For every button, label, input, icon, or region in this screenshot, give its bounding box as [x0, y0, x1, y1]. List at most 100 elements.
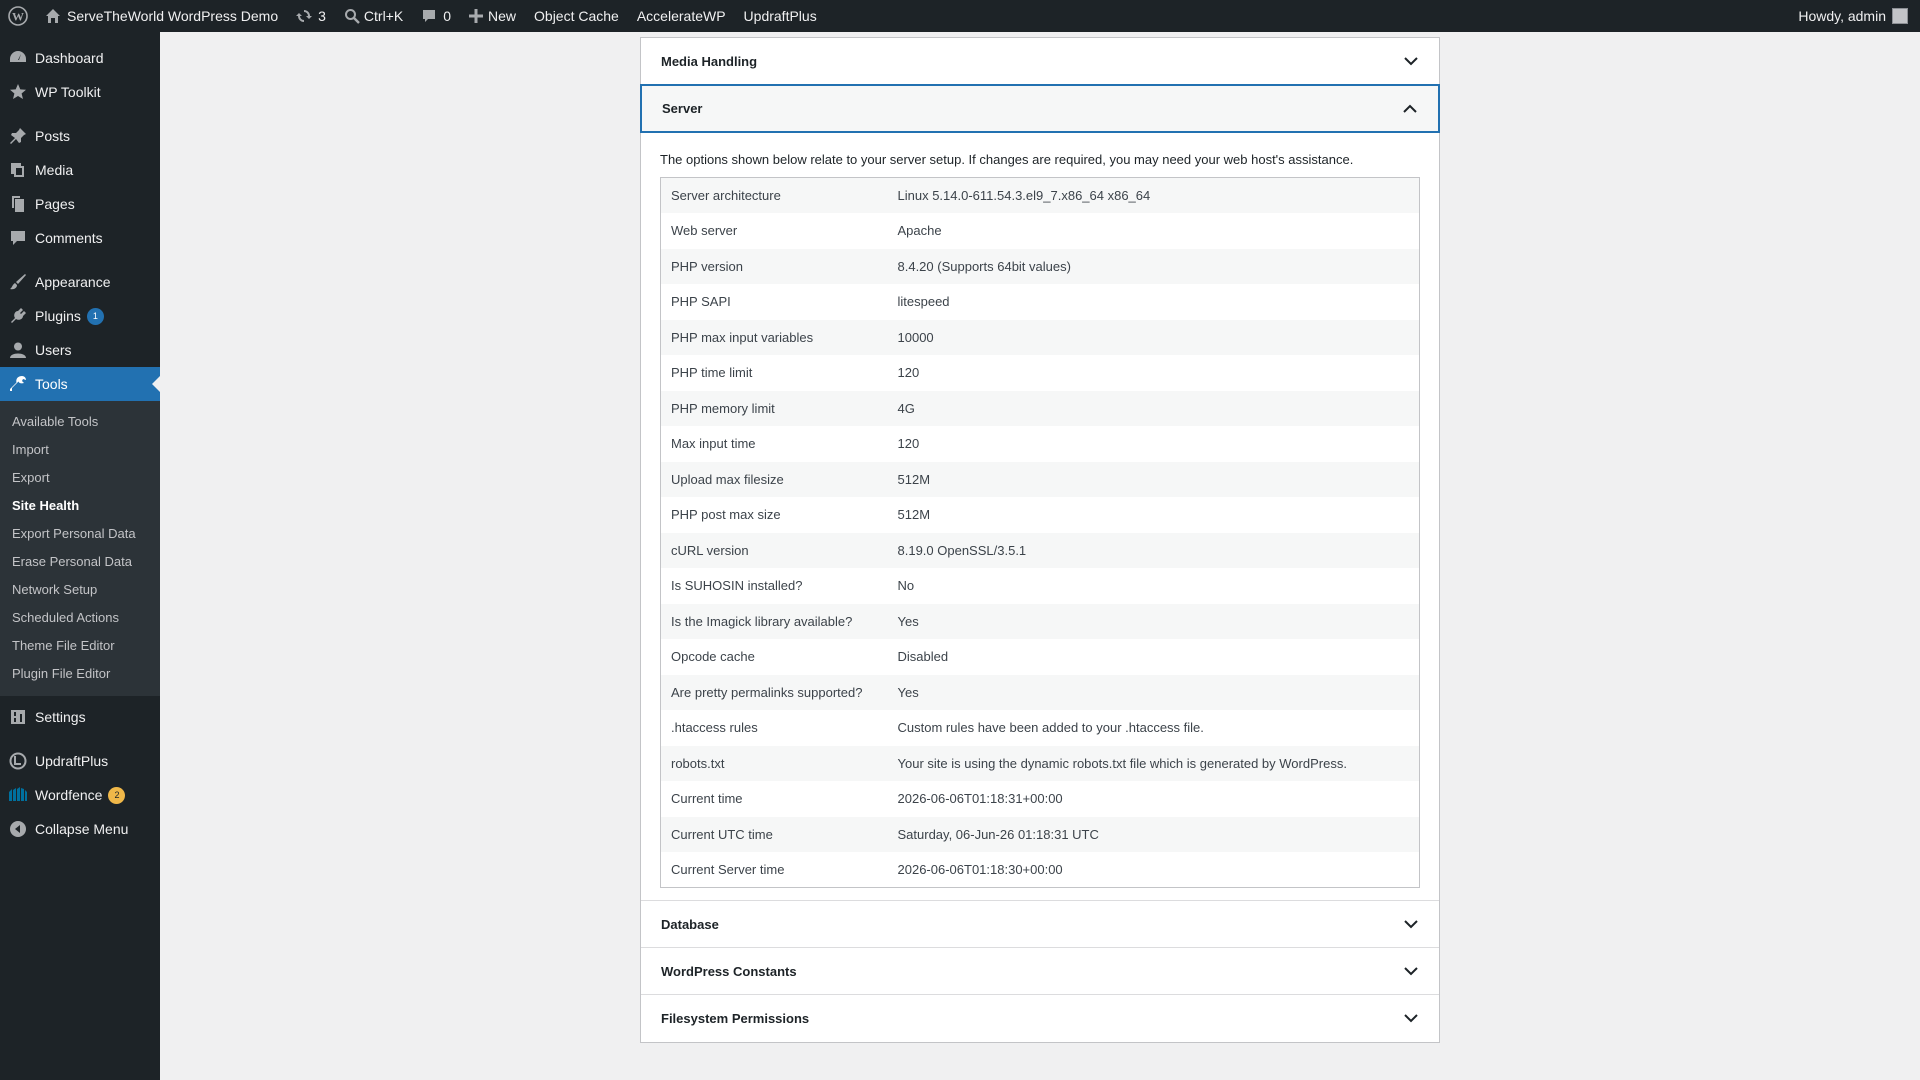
- row-label: .htaccess rules: [671, 720, 758, 736]
- site-name-label: ServeTheWorld WordPress Demo: [67, 8, 279, 24]
- comment-icon: [421, 8, 437, 24]
- search-link[interactable]: Ctrl+K: [335, 0, 412, 32]
- collapse-menu-button[interactable]: Collapse Menu: [0, 812, 160, 846]
- menu-item-wp-toolkit[interactable]: WP Toolkit: [0, 75, 160, 109]
- site-health-info: Media Handling Server The options shown …: [640, 37, 1440, 1043]
- row-label: PHP SAPI: [671, 294, 731, 310]
- row-label: robots.txt: [660, 745, 888, 781]
- row-value: litespeed: [897, 294, 950, 310]
- accordion-title-server: Server: [662, 101, 703, 116]
- chevron-up-icon: [1402, 101, 1418, 117]
- row-label: PHP max input variables: [660, 319, 888, 355]
- submenu-erase-personal-data[interactable]: Erase Personal Data: [0, 548, 160, 576]
- submenu-plugin-file-editor[interactable]: Plugin File Editor: [0, 660, 160, 688]
- submenu-available-tools[interactable]: Available Tools: [0, 408, 160, 436]
- howdy-label: Howdy, admin: [1798, 8, 1886, 24]
- menu-item-wordfence[interactable]: Wordfence 2: [0, 778, 160, 812]
- submenu-site-health[interactable]: Site Health: [0, 492, 160, 520]
- menu-item-pages[interactable]: Pages: [0, 187, 160, 221]
- submenu-network-setup[interactable]: Network Setup: [0, 576, 160, 604]
- submenu-export-personal-data[interactable]: Export Personal Data: [0, 520, 160, 548]
- row-value: Linux 5.14.0-611.54.3.el9_7.x86_64 x86_6…: [887, 177, 1420, 213]
- menu-item-posts[interactable]: Posts: [0, 119, 160, 153]
- menu-item-settings[interactable]: Settings: [0, 700, 160, 734]
- menu-label-users: Users: [35, 342, 72, 358]
- accordion-database[interactable]: Database: [641, 901, 1439, 948]
- table-row: Current Server time 2026-06-06T01:18:30+0…: [661, 852, 1420, 888]
- table-row: PHP max input variables 10000: [660, 319, 1420, 355]
- submenu-import[interactable]: Import: [0, 436, 160, 464]
- chevron-down-icon: [1403, 916, 1419, 932]
- row-value: Yes: [887, 674, 1420, 710]
- menu-item-users[interactable]: Users: [0, 333, 160, 367]
- menu-label-appearance: Appearance: [35, 274, 111, 290]
- object-cache-link[interactable]: Object Cache: [525, 0, 628, 32]
- menu-item-media[interactable]: Media: [0, 153, 160, 187]
- menu-item-appearance[interactable]: Appearance: [0, 265, 160, 299]
- menu-item-plugins[interactable]: Plugins 1: [0, 299, 160, 333]
- table-row: Max input time 120: [661, 426, 1420, 462]
- collapse-icon: [7, 819, 29, 839]
- comments-count: 0: [443, 8, 451, 24]
- dashboard-icon: [7, 48, 29, 68]
- row-value: 512M: [887, 461, 1420, 497]
- admin-menu: Dashboard WP Toolkit Posts Media Pages C…: [0, 32, 160, 1080]
- row-label: Opcode cache: [671, 649, 755, 665]
- submenu-theme-file-editor[interactable]: Theme File Editor: [0, 632, 160, 660]
- submenu-export[interactable]: Export: [0, 464, 160, 492]
- server-intro-text: The options shown below relate to your s…: [660, 152, 1354, 167]
- menu-item-comments[interactable]: Comments: [0, 221, 160, 255]
- acceleratewp-link[interactable]: AccelerateWP: [628, 0, 735, 32]
- new-content-link[interactable]: New: [460, 0, 525, 32]
- accordion-title-media-handling: Media Handling: [661, 53, 758, 69]
- wordpress-logo-icon[interactable]: W: [0, 0, 36, 32]
- updates-link[interactable]: 3: [287, 0, 335, 32]
- comments-link[interactable]: 0: [412, 0, 460, 32]
- row-label: Current time: [671, 791, 743, 807]
- accordion-server[interactable]: Server: [640, 84, 1440, 133]
- menu-label-wordfence: Wordfence: [35, 787, 103, 803]
- comments-icon: [7, 228, 29, 248]
- accordion-title-filesystem-permissions: Filesystem Permissions: [661, 1011, 810, 1026]
- row-label: PHP memory limit: [660, 390, 888, 426]
- updraftplus-link[interactable]: UpdraftPlus: [735, 0, 826, 32]
- row-label: PHP time limit: [671, 365, 753, 381]
- row-label: Max input time: [671, 436, 756, 452]
- table-row: Opcode cache Disabled: [661, 639, 1420, 675]
- menu-item-dashboard[interactable]: Dashboard: [0, 41, 160, 75]
- home-icon: [45, 8, 61, 24]
- avatar: [1892, 8, 1908, 24]
- menu-label-comments: Comments: [35, 230, 103, 246]
- menu-item-updraftplus[interactable]: UpdraftPlus: [0, 744, 160, 778]
- site-name-link[interactable]: ServeTheWorld WordPress Demo: [36, 0, 287, 32]
- table-row: PHP time limit 120: [661, 355, 1420, 391]
- accordion-filesystem-permissions[interactable]: Filesystem Permissions: [641, 995, 1439, 1042]
- row-label: PHP version: [660, 248, 888, 284]
- menu-label-updraftplus: UpdraftPlus: [35, 753, 109, 769]
- my-account-link[interactable]: Howdy, admin: [1789, 0, 1920, 32]
- menu-label-settings: Settings: [35, 709, 86, 725]
- table-row: Current time 2026-06-06T01:18:31+00:00: [661, 781, 1420, 817]
- row-label: Upload max filesize: [660, 461, 888, 497]
- menu-label-pages: Pages: [35, 196, 75, 212]
- accordion-media-handling[interactable]: Media Handling: [641, 38, 1439, 85]
- menu-label-wp-toolkit: WP Toolkit: [35, 84, 101, 100]
- svg-text:W: W: [12, 10, 24, 24]
- menu-label-posts: Posts: [35, 128, 71, 144]
- plugins-update-badge: 1: [86, 307, 104, 325]
- chevron-down-icon: [1403, 963, 1419, 979]
- table-row: Server architecture Linux 5.14.0-611.54.3…: [660, 177, 1420, 213]
- menu-item-tools[interactable]: Tools: [0, 367, 160, 401]
- row-label: Web server: [671, 223, 738, 239]
- submenu-scheduled-actions[interactable]: Scheduled Actions: [0, 604, 160, 632]
- updates-icon: [296, 8, 313, 24]
- chevron-down-icon: [1403, 53, 1419, 69]
- table-row: Current UTC time Saturday, 06-Jun-26 01:1…: [660, 816, 1420, 852]
- row-value: 2026-06-06T01:18:31+00:00: [897, 791, 1063, 807]
- table-row: PHP version 8.4.20 (Supports 64bit values…: [660, 248, 1420, 284]
- accordion-wordpress-constants[interactable]: WordPress Constants: [641, 948, 1439, 995]
- table-row: robots.txt Your site is using the dynamic…: [660, 745, 1420, 781]
- table-row: cURL version 8.19.0 OpenSSL/3.5.1: [660, 532, 1420, 568]
- chevron-down-icon: [1403, 1010, 1419, 1026]
- updates-count: 3: [318, 8, 326, 24]
